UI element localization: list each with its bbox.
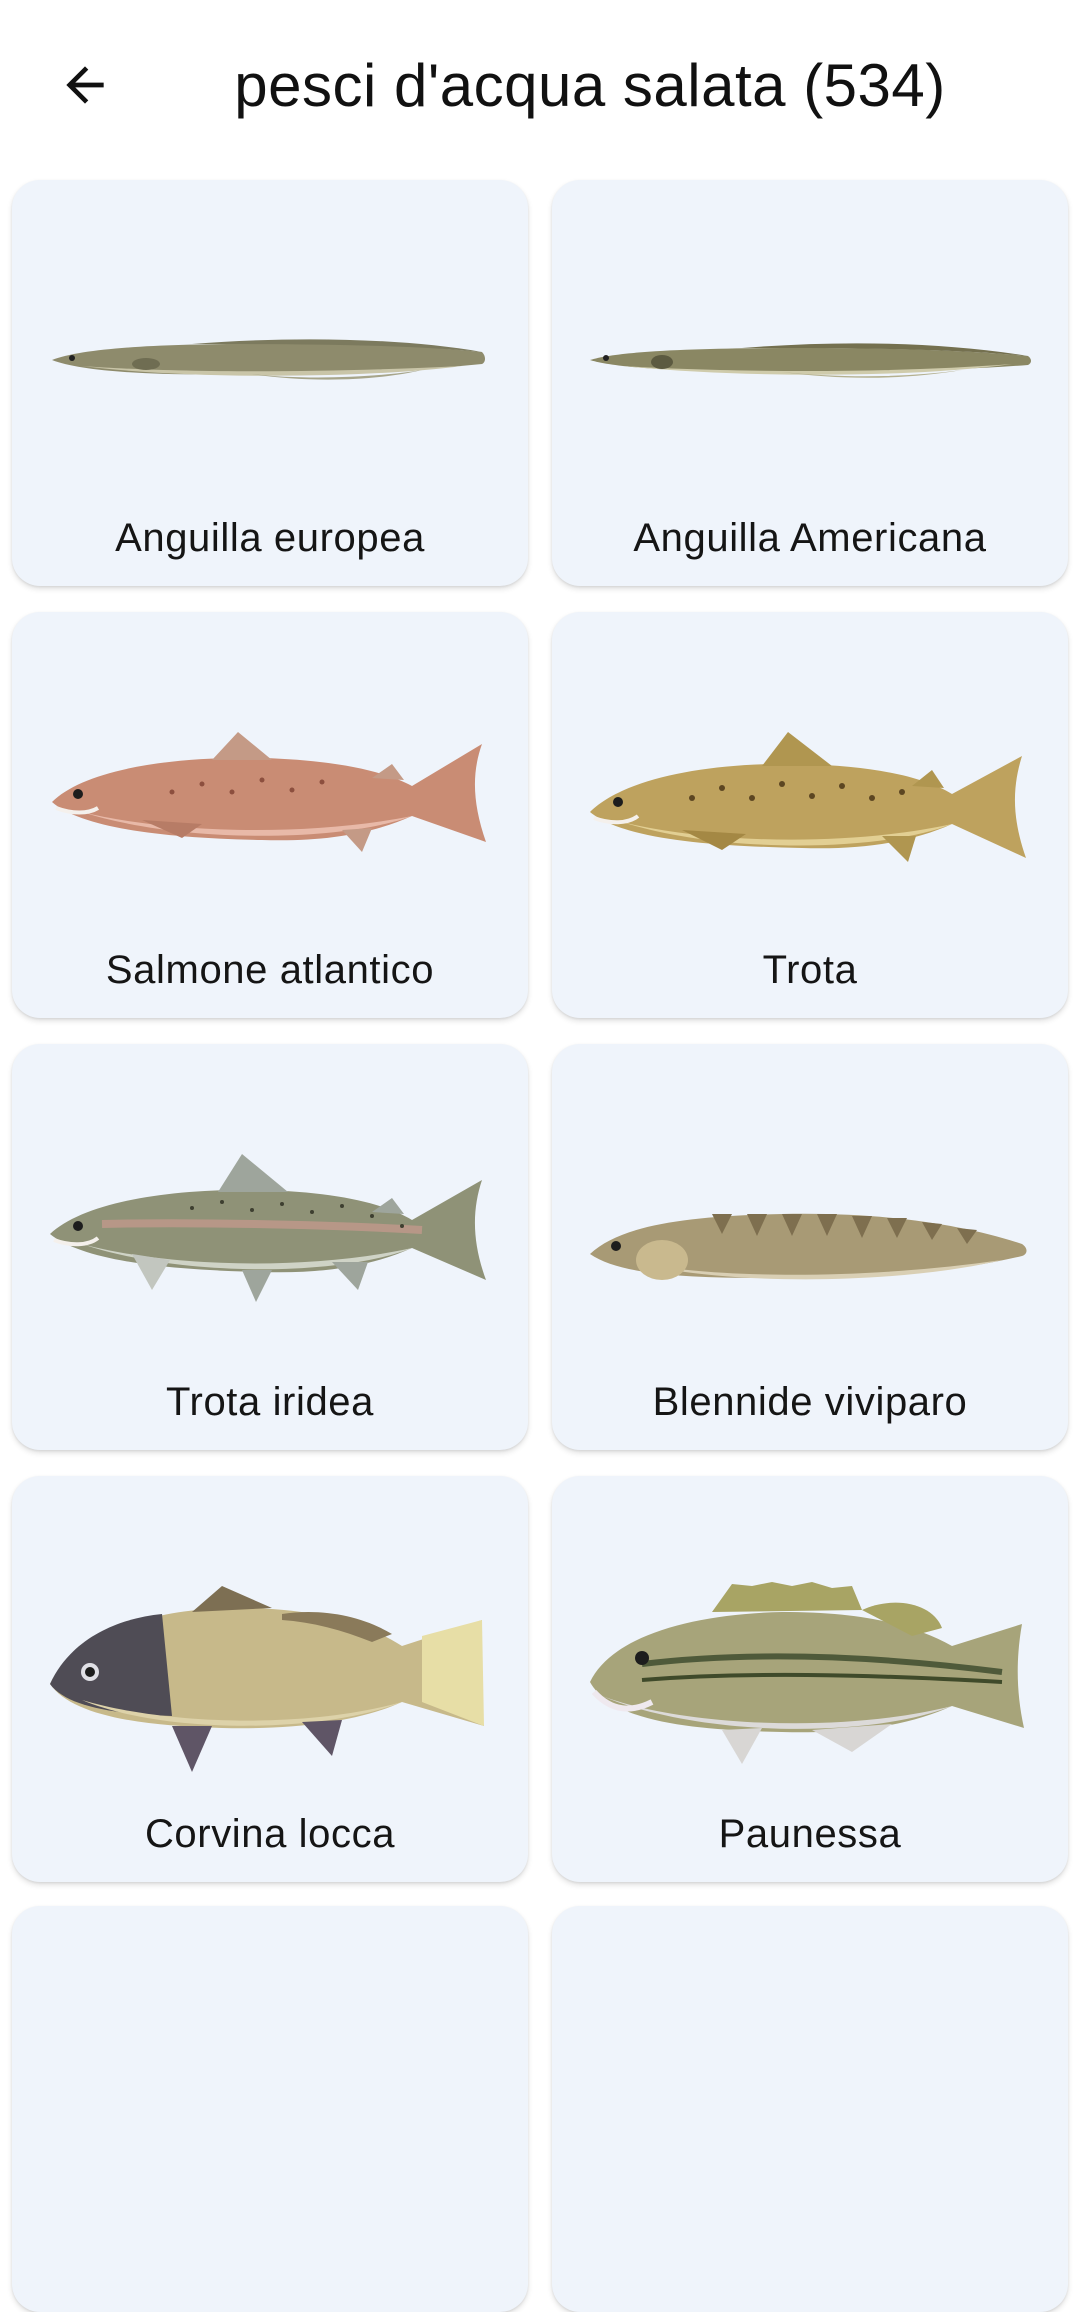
fish-card[interactable]: Anguilla europea bbox=[12, 180, 528, 586]
fish-grid: Anguilla europea Anguilla Americana Salm… bbox=[0, 0, 1080, 2312]
fish-name: Trota bbox=[762, 947, 858, 992]
fish-card[interactable]: Blennide viviparo bbox=[552, 1044, 1068, 1450]
fish-card[interactable] bbox=[12, 1906, 528, 2312]
fish-card[interactable]: Paunessa bbox=[552, 1476, 1068, 1882]
fish-card[interactable]: Salmone atlantico bbox=[12, 612, 528, 1018]
fish-card[interactable]: Anguilla Americana bbox=[552, 180, 1068, 586]
fish-card[interactable]: Trota bbox=[552, 612, 1068, 1018]
fish-name: Corvina locca bbox=[144, 1811, 396, 1856]
fish-name: Blennide viviparo bbox=[652, 1379, 968, 1424]
fish-card[interactable]: Corvina locca bbox=[12, 1476, 528, 1882]
fish-image bbox=[582, 220, 1038, 500]
fish-image bbox=[582, 1516, 1038, 1796]
fish-image bbox=[42, 1084, 498, 1364]
fish-image bbox=[42, 220, 498, 500]
fish-name: Paunessa bbox=[718, 1811, 902, 1856]
fish-name: Anguilla europea bbox=[115, 515, 425, 560]
fish-name: Trota iridea bbox=[165, 1379, 375, 1424]
fish-name: Salmone atlantico bbox=[105, 947, 435, 992]
fish-name: Anguilla Americana bbox=[633, 515, 987, 560]
fish-image bbox=[582, 652, 1038, 932]
fish-card[interactable]: Trota iridea bbox=[12, 1044, 528, 1450]
fish-card[interactable] bbox=[552, 1906, 1068, 2312]
fish-image bbox=[582, 1084, 1038, 1364]
fish-image bbox=[42, 652, 498, 932]
fish-image bbox=[42, 1516, 498, 1796]
